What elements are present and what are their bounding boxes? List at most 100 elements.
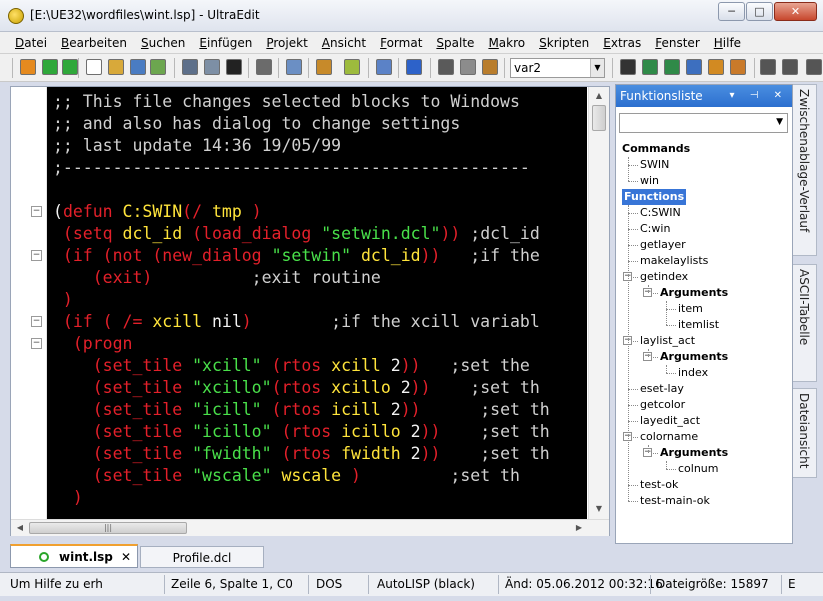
chevron-down-icon[interactable]: ▼ — [776, 117, 783, 127]
close-tab-icon[interactable]: ✕ — [121, 546, 131, 568]
file-tabs: wint.lsp ✕ Profile.dcl — [0, 544, 823, 570]
find-next-icon[interactable] — [642, 59, 658, 75]
toolbar-combo[interactable]: var2 ▼ — [510, 58, 605, 78]
code-token: ;dcl_id — [460, 224, 540, 243]
find-icon[interactable] — [620, 59, 636, 75]
scroll-up-icon[interactable]: ▲ — [589, 88, 609, 104]
code-area[interactable]: ;; This file changes selected blocks to … — [47, 87, 587, 519]
minimize-button[interactable]: ─ — [718, 2, 745, 21]
tree-function-item[interactable]: test-main-ok — [640, 493, 710, 509]
tree-arguments-node[interactable]: Arguments — [660, 285, 728, 301]
tab-wint-lsp[interactable]: wint.lsp ✕ — [10, 544, 138, 568]
save-icon[interactable] — [130, 59, 146, 75]
find-in-files-icon[interactable] — [686, 59, 702, 75]
chevron-down-icon[interactable]: ▼ — [590, 59, 604, 77]
side-tabs: Zwischenablage-Verlauf ASCII-Tabelle Dat… — [793, 84, 819, 544]
tree-command-item[interactable]: SWIN — [640, 157, 669, 173]
horizontal-scroll-thumb[interactable]: ||| — [29, 522, 187, 534]
tree-function-item[interactable]: laylist_act — [640, 333, 695, 349]
menu-item-bearbeiten[interactable]: Bearbeiten — [54, 36, 134, 50]
tree-command-item[interactable]: win — [640, 173, 659, 189]
tree-function-item[interactable]: test-ok — [640, 477, 678, 493]
copy-icon[interactable] — [460, 59, 476, 75]
tree-function-item[interactable]: C:win — [640, 221, 670, 237]
menu-item-makro[interactable]: Makro — [481, 36, 532, 50]
macro-icon[interactable] — [730, 59, 746, 75]
tree-function-item[interactable]: getcolor — [640, 397, 685, 413]
column-mode-icon[interactable] — [316, 59, 332, 75]
menu-item-extras[interactable]: Extras — [596, 36, 648, 50]
tree-functions-node[interactable]: Functions — [622, 189, 687, 205]
replace-icon[interactable] — [664, 59, 680, 75]
tree-argument-item[interactable]: index — [678, 365, 708, 381]
vertical-scroll-thumb[interactable] — [592, 105, 606, 131]
print-icon[interactable] — [182, 59, 198, 75]
menu-item-einfügen[interactable]: Einfügen — [192, 36, 259, 50]
code-token: wscale — [281, 466, 342, 485]
scroll-down-icon[interactable]: ▼ — [589, 501, 609, 517]
tree-function-item[interactable]: eset-lay — [640, 381, 684, 397]
list-indent-icon[interactable] — [782, 59, 798, 75]
menu-item-hilfe[interactable]: Hilfe — [707, 36, 748, 50]
menu-item-format[interactable]: Format — [373, 36, 429, 50]
new-project-icon[interactable] — [20, 59, 36, 75]
web-browser-icon[interactable] — [406, 59, 422, 75]
list-icon[interactable] — [760, 59, 776, 75]
menu-item-skripten[interactable]: Skripten — [532, 36, 596, 50]
tab-ascii-table-label: ASCII-Tabelle — [797, 269, 811, 346]
menu-item-ansicht[interactable]: Ansicht — [315, 36, 373, 50]
open-file-icon[interactable] — [108, 59, 124, 75]
menu-item-datei[interactable]: Datei — [8, 36, 54, 50]
code-line: ) — [53, 487, 83, 509]
scroll-left-icon[interactable]: ◀ — [12, 520, 28, 536]
tab-profile-dcl[interactable]: Profile.dcl — [140, 546, 264, 568]
tree-function-item[interactable]: getindex — [640, 269, 688, 285]
fold-toggle-icon[interactable]: − — [31, 338, 42, 349]
panel-controls-icon[interactable]: ▾ ⊣ ✕ — [730, 85, 788, 107]
menu-item-spalte[interactable]: Spalte — [429, 36, 481, 50]
cut-icon[interactable] — [438, 59, 454, 75]
format-icon[interactable] — [286, 59, 302, 75]
bookmark-icon[interactable] — [708, 59, 724, 75]
tree-argument-item[interactable]: colnum — [678, 461, 719, 477]
tab-file-view[interactable]: Dateiansicht — [793, 388, 817, 478]
menu-item-projekt[interactable]: Projekt — [259, 36, 314, 50]
tab-ascii-table[interactable]: ASCII-Tabelle — [793, 264, 817, 382]
new-file-icon[interactable] — [86, 59, 102, 75]
paste-icon[interactable] — [482, 59, 498, 75]
maximize-button[interactable]: □ — [746, 2, 773, 21]
horizontal-scrollbar[interactable]: ◀ ||| ▶ — [11, 519, 609, 536]
menu-item-suchen[interactable]: Suchen — [134, 36, 192, 50]
code-token: xcillo — [331, 378, 391, 397]
function-filter-combo[interactable]: ▼ — [619, 113, 788, 133]
more-icon[interactable] — [806, 59, 822, 75]
tree-arguments-node[interactable]: Arguments — [660, 445, 728, 461]
hex-mode-icon[interactable] — [344, 59, 360, 75]
tree-arguments-node[interactable]: Arguments — [660, 349, 728, 365]
fold-toggle-icon[interactable]: − — [31, 316, 42, 327]
document-view-icon[interactable] — [376, 59, 392, 75]
print-preview-icon[interactable] — [204, 59, 220, 75]
forward-icon[interactable] — [62, 59, 78, 75]
menu-item-fenster[interactable]: Fenster — [648, 36, 707, 50]
scroll-right-icon[interactable]: ▶ — [571, 520, 587, 536]
code-token: fwidth — [341, 444, 401, 463]
tree-function-item[interactable]: makelaylists — [640, 253, 708, 269]
tree-function-item[interactable]: C:SWIN — [640, 205, 681, 221]
word-wrap-icon[interactable] — [256, 59, 272, 75]
close-button[interactable]: ✕ — [774, 2, 817, 21]
fold-toggle-icon[interactable]: − — [31, 206, 42, 217]
tree-argument-item[interactable]: item — [678, 301, 703, 317]
tree-function-item[interactable]: getlayer — [640, 237, 686, 253]
fold-toggle-icon[interactable]: − — [31, 250, 42, 261]
tree-function-item[interactable]: layedit_act — [640, 413, 700, 429]
back-icon[interactable] — [42, 59, 58, 75]
tree-argument-item[interactable]: itemlist — [678, 317, 719, 333]
vertical-scrollbar[interactable]: ▲ ▼ — [588, 87, 609, 519]
tree-connector — [628, 181, 638, 182]
save-all-icon[interactable] — [150, 59, 166, 75]
tree-commands-node[interactable]: Commands — [622, 141, 690, 157]
tree-function-item[interactable]: colorname — [640, 429, 698, 445]
tab-clipboard-history[interactable]: Zwischenablage-Verlauf — [793, 84, 817, 256]
font-icon[interactable] — [226, 59, 242, 75]
